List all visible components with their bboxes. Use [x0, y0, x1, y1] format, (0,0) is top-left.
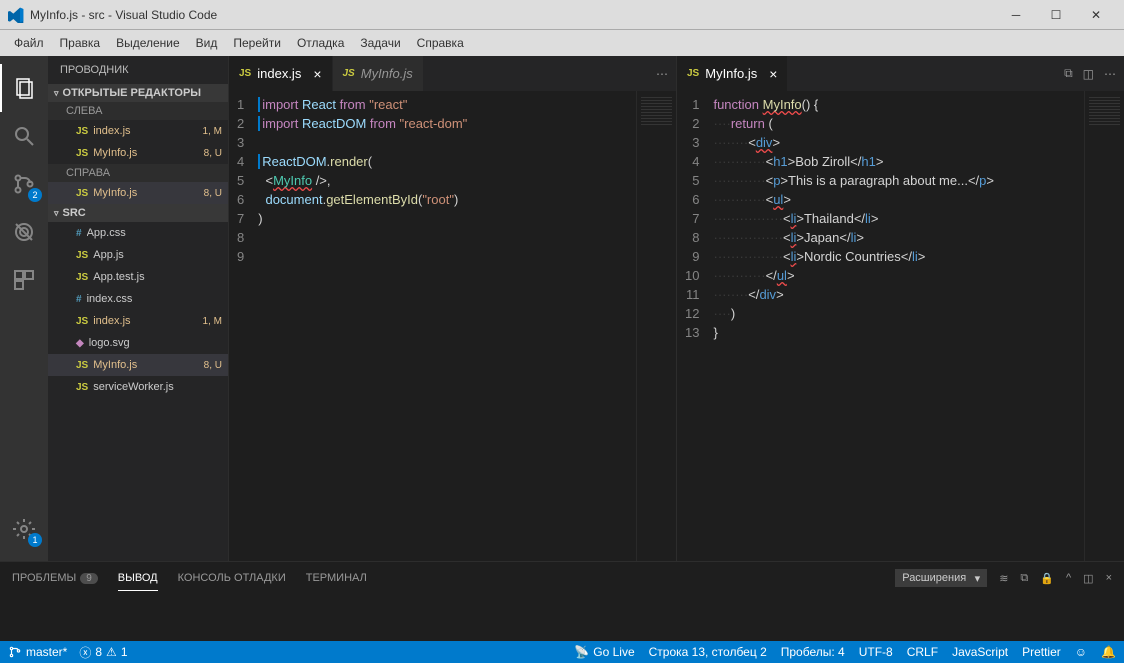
menu-file[interactable]: Файл — [6, 32, 52, 54]
file-item[interactable]: JSindex.js1, M — [48, 310, 228, 332]
source-control-icon[interactable]: 2 — [0, 160, 48, 208]
language-mode[interactable]: JavaScript — [952, 645, 1008, 659]
open-editor-item[interactable]: JSMyInfo.js8, U — [48, 182, 228, 204]
explorer-sidebar: ПРОВОДНИК ▿ОТКРЫТЫЕ РЕДАКТОРЫ СЛЕВА JSin… — [48, 56, 228, 561]
panel-tab-debug-console[interactable]: КОНСОЛЬ ОТЛАДКИ — [178, 566, 286, 590]
output-channel-select[interactable]: Расширения — [895, 569, 987, 587]
menu-edit[interactable]: Правка — [52, 32, 109, 54]
collapse-icon[interactable]: ^ — [1066, 572, 1071, 584]
panel-tab-output[interactable]: ВЫВОД — [118, 566, 158, 591]
menubar: Файл Правка Выделение Вид Перейти Отладк… — [0, 30, 1124, 56]
eol[interactable]: CRLF — [907, 645, 938, 659]
prettier[interactable]: Prettier — [1022, 645, 1061, 659]
file-item[interactable]: JSApp.js — [48, 244, 228, 266]
minimize-button[interactable]: ─ — [996, 0, 1036, 30]
clear-icon[interactable]: ≋ — [999, 572, 1008, 585]
file-item[interactable]: JSserviceWorker.js — [48, 376, 228, 398]
git-branch[interactable]: master* — [8, 645, 67, 659]
maximize-panel-icon[interactable]: ◫ — [1083, 572, 1093, 585]
close-button[interactable]: ✕ — [1076, 0, 1116, 30]
open-editor-item[interactable]: JSMyInfo.js8, U — [48, 142, 228, 164]
js-file-icon: JS — [76, 188, 88, 199]
js-file-icon: JS — [76, 148, 88, 159]
group-right-header[interactable]: СПРАВА — [48, 164, 228, 182]
close-panel-icon[interactable]: × — [1106, 572, 1112, 584]
debug-icon[interactable] — [0, 208, 48, 256]
close-icon[interactable]: × — [769, 66, 777, 82]
more-icon[interactable]: ⋯ — [1104, 67, 1116, 81]
extensions-icon[interactable] — [0, 256, 48, 304]
tab-index-js[interactable]: JSindex.js× — [229, 56, 333, 91]
feedback-icon[interactable]: ☺ — [1075, 645, 1087, 659]
menu-selection[interactable]: Выделение — [108, 32, 188, 54]
activity-bar: 2 1 — [0, 56, 48, 561]
open-editor-item[interactable]: JSindex.js1, M — [48, 120, 228, 142]
gear-badge: 1 — [28, 533, 42, 547]
encoding[interactable]: UTF-8 — [859, 645, 893, 659]
file-item[interactable]: JSApp.test.js — [48, 266, 228, 288]
code-editor-right[interactable]: 12345678910111213 function MyInfo() {···… — [677, 91, 1124, 561]
titlebar: MyInfo.js - src - Visual Studio Code ─ ☐… — [0, 0, 1124, 30]
open-editors-header[interactable]: ▿ОТКРЫТЫЕ РЕДАКТОРЫ — [48, 84, 228, 102]
open-log-icon[interactable]: ⧉ — [1020, 572, 1028, 585]
file-item[interactable]: #App.css — [48, 222, 228, 244]
editor-group-left: JSindex.js× JSMyInfo.js ⋯ 123456789 impo… — [228, 56, 676, 561]
file-item[interactable]: JSMyInfo.js8, U — [48, 354, 228, 376]
explorer-icon[interactable] — [0, 64, 48, 112]
js-file-icon: JS — [76, 126, 88, 137]
menu-go[interactable]: Перейти — [225, 32, 289, 54]
group-left-header[interactable]: СЛЕВА — [48, 102, 228, 120]
js-file-icon: JS — [343, 68, 355, 79]
bottom-panel: ПРОБЛЕМЫ9 ВЫВОД КОНСОЛЬ ОТЛАДКИ ТЕРМИНАЛ… — [0, 561, 1124, 641]
status-bar: master* ⓧ 8 ⚠ 1 📡 Go Live Строка 13, сто… — [0, 641, 1124, 663]
file-item[interactable]: ◆logo.svg — [48, 332, 228, 354]
split-icon[interactable]: ◫ — [1083, 67, 1094, 81]
menu-debug[interactable]: Отладка — [289, 32, 352, 54]
tab-myinfo-js[interactable]: JSMyInfo.js× — [677, 56, 788, 91]
window-title: MyInfo.js - src - Visual Studio Code — [30, 8, 996, 22]
menu-view[interactable]: Вид — [188, 32, 226, 54]
more-icon[interactable]: ⋯ — [656, 67, 668, 81]
file-item[interactable]: #index.css — [48, 288, 228, 310]
maximize-button[interactable]: ☐ — [1036, 0, 1076, 30]
minimap[interactable] — [636, 91, 676, 561]
panel-tab-terminal[interactable]: ТЕРМИНАЛ — [306, 566, 367, 590]
editor-area: JSindex.js× JSMyInfo.js ⋯ 123456789 impo… — [228, 56, 1124, 561]
search-icon[interactable] — [0, 112, 48, 160]
code-editor-left[interactable]: 123456789 import React from "react"impor… — [229, 91, 676, 561]
panel-tab-problems[interactable]: ПРОБЛЕМЫ9 — [12, 566, 98, 590]
tabs-right: JSMyInfo.js× ⧉ ◫ ⋯ — [677, 56, 1124, 91]
editor-group-right: JSMyInfo.js× ⧉ ◫ ⋯ 12345678910111213 funct… — [676, 56, 1124, 561]
js-file-icon: JS — [687, 68, 699, 79]
problems-count[interactable]: ⓧ 8 ⚠ 1 — [79, 644, 127, 661]
menu-tasks[interactable]: Задачи — [352, 32, 408, 54]
folder-src-header[interactable]: ▿SRC — [48, 204, 228, 222]
compare-icon[interactable]: ⧉ — [1064, 66, 1073, 81]
go-live[interactable]: 📡 Go Live — [574, 645, 634, 659]
settings-gear-icon[interactable]: 1 — [0, 505, 48, 553]
cursor-position[interactable]: Строка 13, столбец 2 — [649, 645, 767, 659]
indentation[interactable]: Пробелы: 4 — [781, 645, 845, 659]
minimap[interactable] — [1084, 91, 1124, 561]
menu-help[interactable]: Справка — [409, 32, 472, 54]
scm-badge: 2 — [28, 188, 42, 202]
vscode-icon — [8, 7, 24, 23]
notifications-icon[interactable]: 🔔 — [1101, 645, 1116, 659]
lock-scroll-icon[interactable]: 🔒 — [1040, 572, 1054, 585]
tabs-left: JSindex.js× JSMyInfo.js ⋯ — [229, 56, 676, 91]
close-icon[interactable]: × — [313, 66, 321, 82]
tab-myinfo-js[interactable]: JSMyInfo.js — [333, 56, 424, 91]
js-file-icon: JS — [239, 68, 251, 79]
sidebar-title: ПРОВОДНИК — [48, 56, 228, 84]
